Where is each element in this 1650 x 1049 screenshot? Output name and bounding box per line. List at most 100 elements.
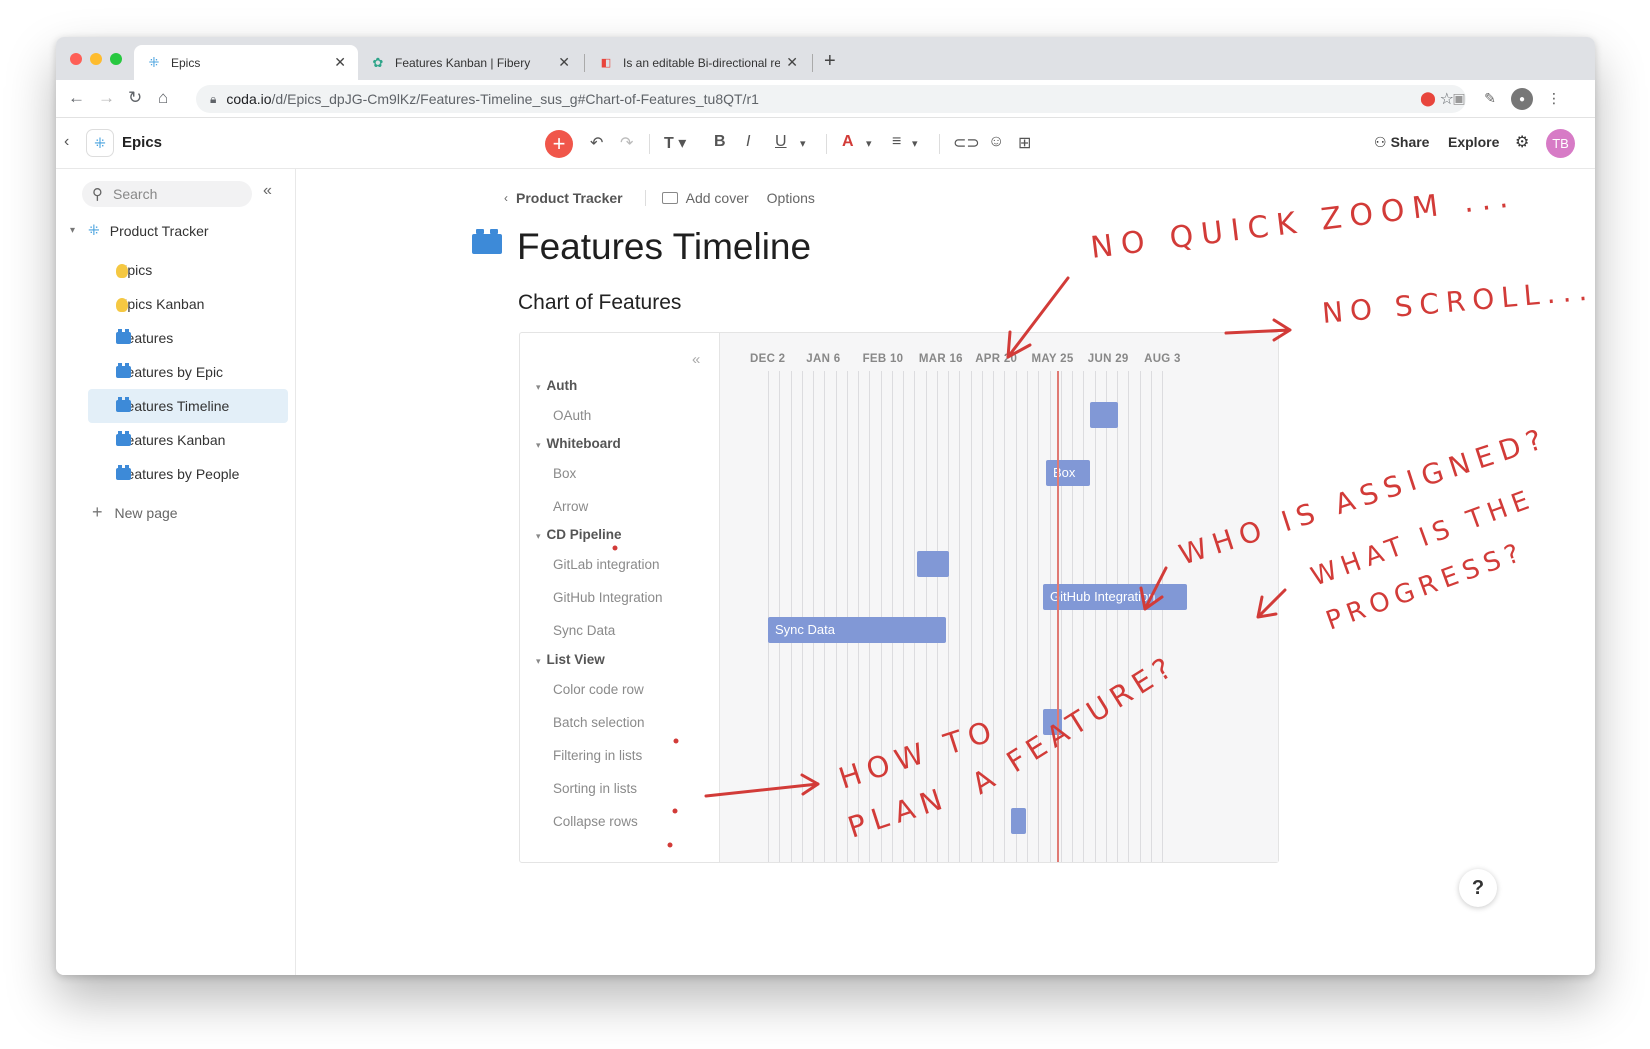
more-format-chevron-icon[interactable]: ▾: [800, 137, 806, 150]
chevron-down-icon[interactable]: ▾: [536, 382, 541, 392]
close-tab-icon[interactable]: ✕: [786, 54, 798, 71]
new-tab-button[interactable]: +: [824, 50, 836, 73]
chevron-down-icon[interactable]: ▾: [536, 440, 541, 450]
sidebar-item-label: Epics Kanban: [118, 296, 205, 312]
browser-tab-bidirectional[interactable]: ◧ Is an editable Bi-directional rel ✕: [586, 45, 810, 80]
timeline-group-header[interactable]: ▾ List View: [536, 652, 605, 667]
timeline-row-label[interactable]: GitLab integration: [553, 557, 660, 572]
timeline-bar[interactable]: [917, 551, 949, 577]
doc-back-chevron-icon[interactable]: ‹: [64, 133, 69, 151]
italic-icon[interactable]: I: [746, 133, 750, 151]
explore-button[interactable]: Explore: [1448, 134, 1499, 150]
comment-icon[interactable]: ⊞: [1018, 133, 1031, 153]
tab-title: Is an editable Bi-directional rel: [623, 55, 781, 70]
chevron-down-icon[interactable]: ▾: [70, 225, 88, 236]
coda-toolbar: ‹ ⁜ Epics + ↶ ↷ T ▾ B I U ▾ A ▾ ≡ ▾ ⊂⊃ ☺…: [56, 118, 1595, 169]
grid-line: [1150, 371, 1152, 862]
minimize-window-button[interactable]: [90, 53, 102, 65]
sidebar-item-features-kanban[interactable]: Features Kanban: [88, 423, 288, 457]
collapse-sidebar-icon[interactable]: «: [263, 182, 272, 200]
help-button[interactable]: ?: [1459, 869, 1497, 907]
sidebar-search-input[interactable]: ⚲ Search: [82, 181, 252, 207]
text-style-icon[interactable]: T ▾: [664, 133, 686, 153]
chevron-down-icon[interactable]: ▾: [536, 531, 541, 541]
tab-strip: ⁜ Epics ✕ ✿ Features Kanban | Fibery ✕ ◧…: [56, 37, 1595, 80]
opera-extension-icon[interactable]: ⬤: [1418, 88, 1438, 108]
share-label: Share: [1390, 134, 1430, 150]
sidebar-item-features[interactable]: Features: [88, 321, 288, 355]
timeline-group-header[interactable]: ▾ Whiteboard: [536, 436, 621, 451]
doc-logo-icon[interactable]: ⁜: [86, 129, 114, 157]
timeline-row-label[interactable]: Filtering in lists: [553, 748, 642, 763]
insert-plus-button[interactable]: +: [545, 130, 573, 158]
sidebar-item-features-timeline[interactable]: Features Timeline: [88, 389, 288, 423]
coda-red-favicon-icon: ◧: [600, 57, 612, 69]
bold-icon[interactable]: B: [714, 133, 726, 151]
timeline-bar[interactable]: GitHub Integration: [1043, 584, 1187, 610]
timeline-row-label[interactable]: Box: [553, 466, 576, 481]
timeline-bar[interactable]: Sync Data: [768, 617, 946, 643]
settings-gear-icon[interactable]: ⚙: [1515, 132, 1529, 152]
back-arrow-icon[interactable]: ←: [68, 88, 85, 108]
url-input[interactable]: 🔒︎ coda.io /d/Epics_dpJG-Cm9lKz/Features…: [196, 85, 1466, 113]
chevron-left-icon[interactable]: ‹: [504, 191, 508, 205]
add-cover-button[interactable]: Add cover: [686, 190, 749, 206]
breadcrumb-parent-link[interactable]: Product Tracker: [516, 190, 623, 206]
timeline-group-header[interactable]: ▾ Auth: [536, 378, 577, 393]
timeline-row-label[interactable]: Sync Data: [553, 623, 615, 638]
zoom-window-button[interactable]: [110, 53, 122, 65]
close-tab-icon[interactable]: ✕: [558, 54, 570, 71]
timeline-bar[interactable]: [1043, 709, 1062, 735]
sidebar-folder-product-tracker[interactable]: ▾ ⁜ Product Tracker: [70, 222, 209, 239]
close-window-button[interactable]: [70, 53, 82, 65]
timeline-row-label[interactable]: OAuth: [553, 408, 591, 423]
sidebar-item-label: Features Timeline: [118, 398, 230, 414]
browser-tab-epics[interactable]: ⁜ Epics ✕: [134, 45, 358, 80]
new-page-button[interactable]: + New page: [92, 502, 178, 523]
timeline-row-label[interactable]: GitHub Integration: [553, 590, 663, 605]
redo-icon[interactable]: ↷: [620, 133, 633, 153]
timeline-bar[interactable]: [1090, 402, 1118, 428]
align-icon[interactable]: ≡: [892, 133, 901, 151]
align-chevron-icon[interactable]: ▾: [912, 137, 918, 150]
timeline-bar[interactable]: Box: [1046, 460, 1090, 486]
timeline-row-label[interactable]: Arrow: [553, 499, 588, 514]
section-heading[interactable]: Chart of Features: [518, 291, 681, 315]
eyedropper-extension-icon[interactable]: ✎: [1480, 88, 1500, 108]
link-icon[interactable]: ⊂⊃: [953, 133, 980, 153]
chevron-down-icon[interactable]: ▾: [536, 656, 541, 666]
browser-tab-fibery[interactable]: ✿ Features Kanban | Fibery ✕: [358, 45, 582, 80]
timeline-row-label[interactable]: Sorting in lists: [553, 781, 637, 796]
timeline-group-header[interactable]: ▾ CD Pipeline: [536, 527, 622, 542]
home-icon[interactable]: ⌂: [158, 88, 168, 108]
sidebar-item-epics-kanban[interactable]: Epics Kanban: [88, 287, 288, 321]
timeline-bar[interactable]: [1011, 808, 1026, 834]
user-avatar[interactable]: TB: [1546, 129, 1575, 158]
sidebar-item-features-by-people[interactable]: Features by People: [88, 457, 288, 491]
kebab-menu-icon[interactable]: ⋮: [1544, 88, 1564, 108]
close-tab-icon[interactable]: ✕: [334, 54, 346, 71]
text-color-icon[interactable]: A: [842, 133, 854, 151]
doc-title[interactable]: Epics: [122, 134, 162, 151]
sidebar-item-features-by-epic[interactable]: Features by Epic: [88, 355, 288, 389]
timeline-row-label[interactable]: Batch selection: [553, 715, 645, 730]
lightbulb-icon: [116, 298, 128, 312]
url-host: coda.io: [226, 91, 272, 107]
window-controls: [70, 53, 122, 65]
reload-icon[interactable]: ↻: [128, 88, 142, 108]
sidebar-item-epics[interactable]: Epics: [88, 253, 288, 287]
undo-icon[interactable]: ↶: [590, 133, 603, 153]
page-blocks-icon[interactable]: [472, 229, 502, 254]
text-color-chevron-icon[interactable]: ▾: [866, 137, 872, 150]
page-title[interactable]: Features Timeline: [517, 226, 811, 268]
collapse-labels-icon[interactable]: «: [692, 351, 700, 368]
underline-icon[interactable]: U: [775, 133, 787, 151]
forward-arrow-icon[interactable]: →: [98, 88, 115, 108]
options-button[interactable]: Options: [767, 190, 815, 206]
timeline-row-label[interactable]: Collapse rows: [553, 814, 638, 829]
briefcase-extension-icon[interactable]: ▣: [1449, 88, 1469, 108]
timeline-row-label[interactable]: Color code row: [553, 682, 644, 697]
share-button[interactable]: ⚇ Share: [1374, 134, 1429, 151]
emoji-icon[interactable]: ☺: [988, 133, 1004, 151]
profile-avatar-icon[interactable]: ●: [1511, 88, 1533, 110]
